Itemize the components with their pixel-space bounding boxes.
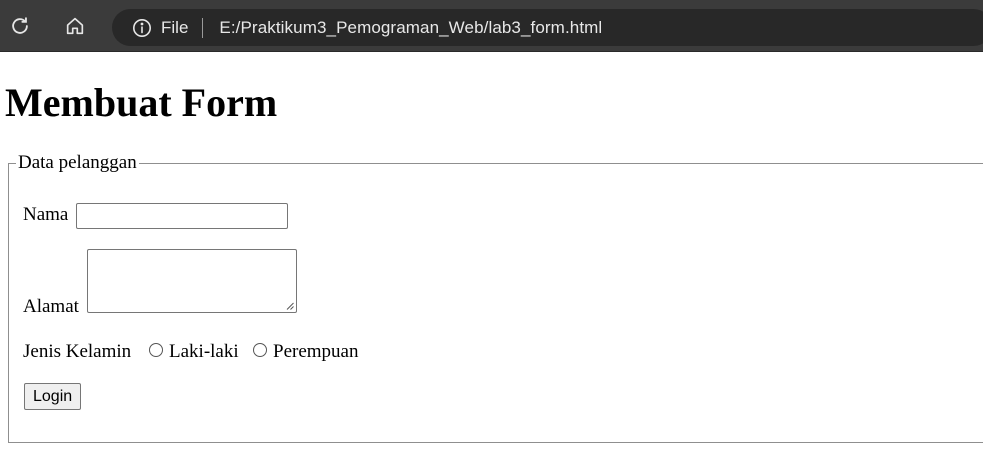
resize-grip-icon[interactable] (286, 302, 294, 310)
page-heading: Membuat Form (5, 80, 278, 125)
url-text[interactable]: E:/Praktikum3_Pemograman_Web/lab3_form.h… (219, 18, 602, 38)
radio-perempuan[interactable] (253, 343, 267, 357)
radio-laki-laki[interactable] (149, 343, 163, 357)
home-icon[interactable] (61, 12, 89, 40)
alamat-label: Alamat (23, 296, 79, 317)
scheme-label[interactable]: File (161, 18, 188, 38)
alamat-textarea[interactable] (87, 249, 297, 313)
reload-icon[interactable] (6, 12, 34, 40)
nama-input[interactable] (76, 203, 288, 229)
address-bar[interactable]: File E:/Praktikum3_Pemograman_Web/lab3_f… (112, 9, 983, 46)
fieldset-legend: Data pelanggan (16, 152, 139, 174)
gender-label: Jenis Kelamin (23, 341, 132, 362)
info-icon[interactable] (132, 18, 152, 38)
radio-perempuan-label[interactable]: Perempuan (273, 341, 358, 363)
radio-laki-laki-label[interactable]: Laki-laki (169, 341, 239, 363)
address-separator (202, 17, 204, 38)
nama-label: Nama (23, 204, 69, 225)
page-content: Membuat Form Data pelanggan Nama Alamat … (0, 53, 983, 454)
login-button[interactable]: Login (24, 383, 82, 410)
browser-toolbar: File E:/Praktikum3_Pemograman_Web/lab3_f… (0, 0, 983, 52)
